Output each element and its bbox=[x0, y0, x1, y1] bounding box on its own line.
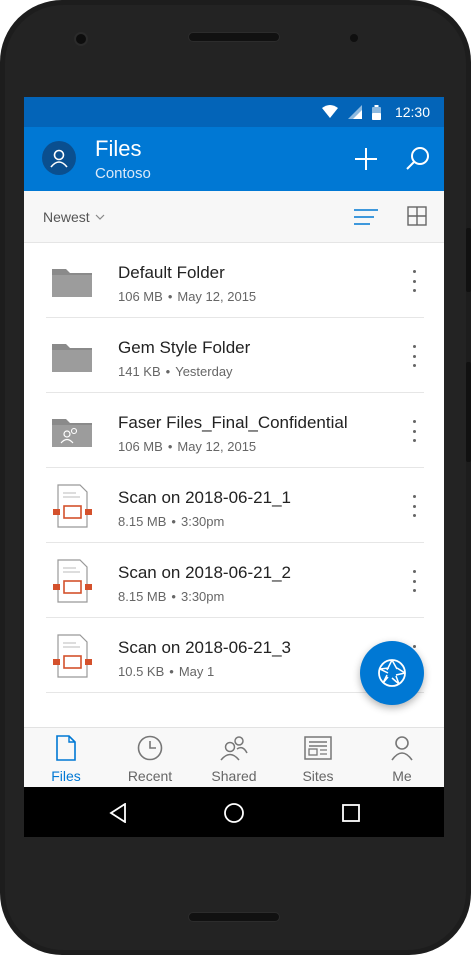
file-name: Scan on 2018-06-21_2 bbox=[118, 563, 291, 582]
app-bar: Files Contoso bbox=[24, 127, 444, 191]
folder-icon bbox=[50, 259, 94, 303]
search-button[interactable] bbox=[404, 145, 432, 173]
shared-folder-icon bbox=[50, 409, 94, 453]
proximity-sensor bbox=[350, 34, 358, 42]
file-size: 141 KB bbox=[118, 364, 161, 379]
nav-recent[interactable]: Recent bbox=[108, 728, 192, 787]
file-size: 106 MB bbox=[118, 439, 163, 454]
file-date: May 12, 2015 bbox=[177, 439, 257, 454]
nav-label: Files bbox=[51, 768, 81, 784]
file-row[interactable]: Gem Style Folder 141 KB • Yesterday bbox=[24, 318, 444, 393]
scan-document-icon bbox=[50, 634, 94, 678]
file-row[interactable]: Scan on 2018-06-21_2 8.15 MB • 3:30pm bbox=[24, 543, 444, 618]
sort-dropdown[interactable]: Newest bbox=[43, 209, 105, 225]
scan-document-icon bbox=[50, 559, 94, 603]
file-row[interactable]: Default Folder 106 MB • May 12, 2015 bbox=[24, 243, 444, 318]
home-button[interactable] bbox=[222, 801, 246, 825]
battery-icon bbox=[371, 104, 381, 120]
clock-icon bbox=[137, 734, 163, 762]
camera-scan-button[interactable] bbox=[360, 641, 424, 705]
file-meta: 10.5 KB • May 1 bbox=[118, 664, 215, 679]
wifi-icon bbox=[321, 105, 338, 119]
phone-frame: 12:30 Files Contoso Newest Default Folde… bbox=[0, 0, 471, 955]
more-options-button[interactable] bbox=[404, 267, 424, 295]
back-button[interactable] bbox=[106, 801, 130, 825]
status-bar: 12:30 bbox=[24, 97, 444, 127]
file-meta: 106 MB • May 12, 2015 bbox=[118, 439, 257, 454]
file-icon bbox=[56, 734, 76, 762]
nav-label: Recent bbox=[127, 768, 173, 784]
volume-button[interactable] bbox=[466, 362, 471, 462]
sites-icon bbox=[304, 734, 332, 762]
file-date: May 12, 2015 bbox=[177, 289, 257, 304]
grid-view-icon bbox=[407, 206, 427, 226]
android-nav-bar bbox=[24, 787, 444, 837]
file-date: Yesterday bbox=[175, 364, 233, 379]
nav-label: Me bbox=[392, 768, 412, 784]
status-time: 12:30 bbox=[394, 104, 430, 120]
file-size: 8.15 MB bbox=[118, 589, 167, 604]
file-meta: 141 KB • Yesterday bbox=[118, 364, 233, 379]
add-button[interactable] bbox=[352, 145, 380, 173]
file-row[interactable]: Faser Files_Final_Confidential 106 MB • Ma… bbox=[24, 393, 444, 468]
list-view-icon bbox=[354, 209, 378, 225]
more-options-button[interactable] bbox=[404, 417, 424, 445]
file-name: Gem Style Folder bbox=[118, 338, 251, 357]
person-icon bbox=[391, 734, 413, 762]
sort-label: Newest bbox=[43, 209, 90, 225]
add-icon bbox=[355, 148, 377, 170]
file-name: Faser Files_Final_Confidential bbox=[118, 413, 348, 432]
nav-me[interactable]: Me bbox=[360, 728, 444, 787]
more-options-button[interactable] bbox=[404, 342, 424, 370]
account-name: Contoso bbox=[95, 165, 151, 182]
list-view-button[interactable] bbox=[354, 209, 378, 230]
file-meta: 8.15 MB • 3:30pm bbox=[118, 589, 225, 604]
file-name: Default Folder bbox=[118, 263, 225, 282]
scan-document-icon bbox=[50, 484, 94, 528]
folder-icon bbox=[50, 334, 94, 378]
file-meta: 8.15 MB • 3:30pm bbox=[118, 514, 225, 529]
file-date: 3:30pm bbox=[180, 589, 225, 604]
people-icon bbox=[220, 734, 248, 762]
file-row[interactable]: Scan on 2018-06-21_1 8.15 MB • 3:30pm bbox=[24, 468, 444, 543]
person-icon bbox=[50, 149, 68, 168]
more-options-button[interactable] bbox=[404, 492, 424, 520]
bottom-nav: Files Recent Shared Sites Me bbox=[24, 727, 444, 787]
more-options-button[interactable] bbox=[404, 567, 424, 595]
screen: 12:30 Files Contoso Newest Default Folde… bbox=[24, 97, 444, 837]
nav-label: Shared bbox=[211, 768, 257, 784]
file-size: 8.15 MB bbox=[118, 514, 167, 529]
earpiece-speaker bbox=[188, 32, 280, 42]
file-name: Scan on 2018-06-21_3 bbox=[118, 638, 291, 657]
search-icon bbox=[406, 147, 429, 170]
file-size: 10.5 KB bbox=[118, 664, 165, 679]
power-button[interactable] bbox=[466, 228, 471, 292]
file-meta: 106 MB • May 12, 2015 bbox=[118, 289, 257, 304]
recents-icon bbox=[342, 804, 360, 822]
nav-sites[interactable]: Sites bbox=[276, 728, 360, 787]
chevron-down-icon bbox=[95, 214, 105, 220]
front-camera bbox=[74, 32, 88, 46]
recents-button[interactable] bbox=[339, 801, 363, 825]
file-name: Scan on 2018-06-21_1 bbox=[118, 488, 291, 507]
file-date: 3:30pm bbox=[180, 514, 225, 529]
nav-files[interactable]: Files bbox=[24, 728, 108, 787]
back-icon bbox=[109, 803, 126, 823]
nav-shared[interactable]: Shared bbox=[192, 728, 276, 787]
nav-label: Sites bbox=[302, 768, 334, 784]
camera-shutter-icon bbox=[378, 659, 406, 687]
sort-toolbar: Newest bbox=[24, 191, 444, 243]
grid-view-button[interactable] bbox=[407, 206, 427, 231]
file-date: May 1 bbox=[178, 664, 215, 679]
page-title: Files bbox=[95, 136, 142, 161]
avatar[interactable] bbox=[42, 141, 76, 175]
bottom-speaker bbox=[188, 912, 280, 922]
file-size: 106 MB bbox=[118, 289, 163, 304]
signal-icon bbox=[347, 105, 362, 119]
home-icon bbox=[224, 803, 244, 823]
